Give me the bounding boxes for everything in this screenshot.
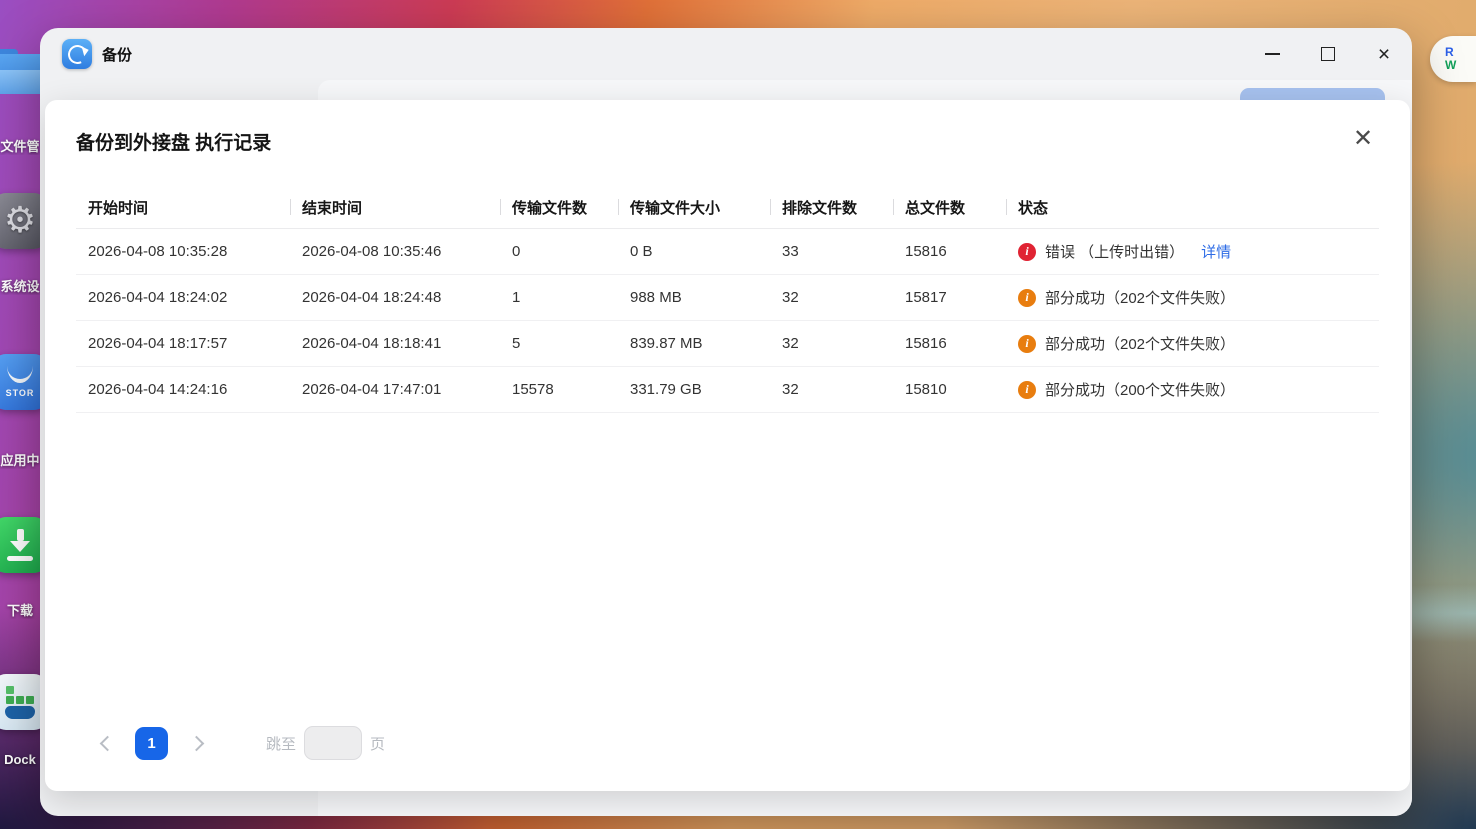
cell-start-time: 2026-04-04 14:24:16 [76, 366, 290, 413]
status-badge: i 错误 （上传时出错） 详情 [1018, 241, 1379, 262]
cell-total-count: 15817 [893, 274, 1006, 321]
status-text: 错误 （上传时出错） [1045, 244, 1185, 261]
cell-transferred-size: 0 B [618, 228, 770, 275]
cell-start-time: 2026-04-08 10:35:28 [76, 228, 290, 275]
cell-start-time: 2026-04-04 18:17:57 [76, 320, 290, 367]
backup-app-icon [62, 39, 92, 69]
sync-icon [64, 41, 90, 67]
page-1-button[interactable]: 1 [135, 726, 168, 760]
table-body: 2026-04-08 10:35:28 2026-04-08 10:35:46 … [76, 228, 1379, 413]
records-table: 开始时间 结束时间 传输文件数 传输文件大小 排除文件数 总文件数 状态 2026-04-0… [76, 186, 1379, 413]
cell-end-time: 2026-04-04 17:47:01 [290, 366, 500, 413]
status-text: 部分成功（202个文件失败） [1045, 336, 1236, 353]
column-header: 传输文件数 [500, 186, 618, 229]
record-dialog: 备份到外接盘 执行记录 ✕ 开始时间 结束时间 传输文件数 传输文件大小 排除文件数 总文… [45, 100, 1410, 791]
cell-excluded-count: 33 [770, 228, 893, 275]
chevron-right-icon [188, 735, 204, 751]
cell-end-time: 2026-04-04 18:24:48 [290, 274, 500, 321]
status-text: 部分成功（200个文件失败） [1045, 382, 1236, 399]
minimize-icon [1264, 53, 1280, 55]
cell-start-time: 2026-04-04 18:24:02 [76, 274, 290, 321]
cell-excluded-count: 32 [770, 274, 893, 321]
pagination: 1 跳至 页 [92, 725, 385, 761]
close-button[interactable]: × [1356, 28, 1412, 80]
jump-label: 跳至 [266, 735, 297, 753]
cell-status: i 错误 （上传时出错） 详情 [1006, 228, 1379, 275]
cell-transferred-size: 988 MB [618, 274, 770, 321]
status-badge: i 部分成功（200个文件失败） [1018, 379, 1379, 400]
edge-app-badge[interactable]: R W [1430, 36, 1476, 82]
table-row: 2026-04-04 18:24:02 2026-04-04 18:24:48 … [76, 274, 1379, 321]
status-badge: i 部分成功（202个文件失败） [1018, 333, 1379, 354]
edge-badge-letter-w: W [1445, 58, 1457, 72]
cell-transferred-size: 839.87 MB [618, 320, 770, 367]
column-header: 传输文件大小 [618, 186, 770, 229]
info-icon: i [1018, 380, 1036, 399]
dialog-close-icon: ✕ [1352, 125, 1374, 152]
info-icon: i [1018, 334, 1036, 353]
table-header-row: 开始时间 结束时间 传输文件数 传输文件大小 排除文件数 总文件数 状态 [76, 186, 1379, 229]
maximize-icon [1321, 47, 1335, 61]
cell-total-count: 15810 [893, 366, 1006, 413]
backup-app-window: 备份 × 备份到外接盘 执行记录 ✕ 开始时间 结束时间 传输文件数 传输文件大小 排除… [40, 28, 1412, 816]
column-header: 开始时间 [76, 186, 290, 229]
cell-end-time: 2026-04-08 10:35:46 [290, 228, 500, 275]
cell-transferred-size: 331.79 GB [618, 366, 770, 413]
column-header: 结束时间 [290, 186, 500, 229]
cell-status: i 部分成功（202个文件失败） [1006, 274, 1379, 321]
page-unit-label: 页 [370, 735, 386, 753]
chevron-left-icon [99, 735, 115, 751]
cell-excluded-count: 32 [770, 366, 893, 413]
cell-total-count: 15816 [893, 320, 1006, 367]
jump-page-input[interactable] [304, 726, 363, 760]
status-text: 部分成功（202个文件失败） [1045, 290, 1236, 307]
info-icon: i [1018, 288, 1036, 307]
close-icon: × [1377, 42, 1391, 66]
cell-transferred-count: 5 [500, 320, 618, 367]
column-header: 总文件数 [893, 186, 1006, 229]
cell-transferred-count: 0 [500, 228, 618, 275]
status-badge: i 部分成功（202个文件失败） [1018, 287, 1379, 308]
dialog-close-button[interactable]: ✕ [1350, 126, 1376, 152]
prev-page-button[interactable] [92, 728, 122, 758]
info-icon: i [1018, 242, 1036, 261]
cell-end-time: 2026-04-04 18:18:41 [290, 320, 500, 367]
cell-transferred-count: 1 [500, 274, 618, 321]
table-row: 2026-04-04 14:24:16 2026-04-04 17:47:01 … [76, 366, 1379, 413]
maximize-button[interactable] [1300, 28, 1356, 80]
details-link[interactable]: 详情 [1201, 241, 1231, 262]
next-page-button[interactable] [181, 728, 211, 758]
dialog-title: 备份到外接盘 执行记录 [76, 133, 272, 154]
column-header: 状态 [1006, 186, 1379, 229]
cell-status: i 部分成功（202个文件失败） [1006, 320, 1379, 367]
column-header: 排除文件数 [770, 186, 893, 229]
cell-status: i 部分成功（200个文件失败） [1006, 366, 1379, 413]
cell-total-count: 15816 [893, 228, 1006, 275]
window-title: 备份 [102, 46, 133, 64]
titlebar: 备份 × [40, 28, 1412, 80]
table-row: 2026-04-08 10:35:28 2026-04-08 10:35:46 … [76, 228, 1379, 275]
cell-excluded-count: 32 [770, 320, 893, 367]
cell-transferred-count: 15578 [500, 366, 618, 413]
minimize-button[interactable] [1244, 28, 1300, 80]
table-row: 2026-04-04 18:17:57 2026-04-04 18:18:41 … [76, 320, 1379, 367]
